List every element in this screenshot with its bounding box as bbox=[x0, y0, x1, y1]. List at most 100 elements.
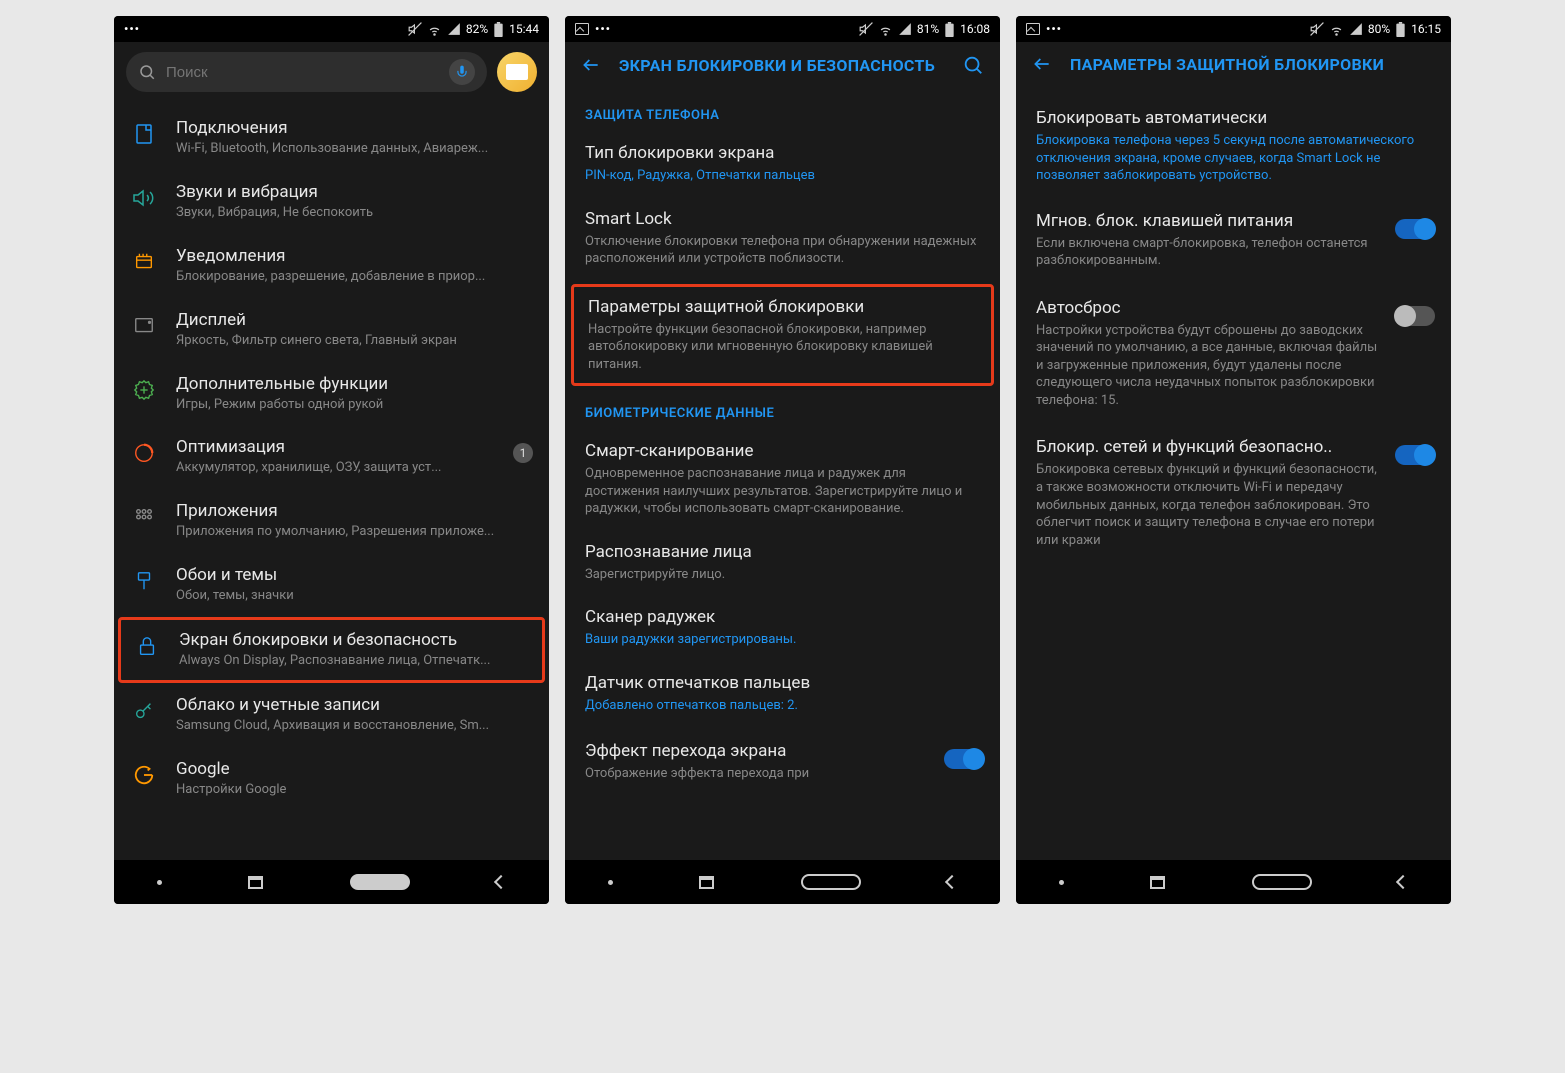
item-subtitle: Настройки Google bbox=[176, 782, 533, 799]
item-auto-reset[interactable]: Автосброс Настройки устройства будут сбр… bbox=[1016, 284, 1451, 424]
section-header-phone-protection: ЗАЩИТА ТЕЛЕФОНА bbox=[565, 92, 1000, 131]
nav-home-button[interactable] bbox=[801, 874, 861, 890]
toggle-switch[interactable] bbox=[1395, 306, 1435, 326]
document-icon bbox=[132, 122, 156, 146]
item-subtitle: Always On Display, Распознавание лица, О… bbox=[179, 653, 530, 670]
microphone-icon bbox=[455, 65, 469, 79]
key-icon bbox=[133, 700, 155, 722]
item-title: Автосброс bbox=[1036, 298, 1383, 318]
item-title: Звуки и вибрация bbox=[176, 182, 533, 202]
nav-back-button[interactable] bbox=[1398, 877, 1408, 887]
item-title: Уведомления bbox=[176, 246, 533, 266]
item-smart-scan[interactable]: Смарт-сканирование Одновременное распозн… bbox=[565, 429, 1000, 530]
back-arrow-icon[interactable] bbox=[581, 55, 601, 75]
nav-recent-button[interactable] bbox=[248, 876, 263, 889]
settings-list[interactable]: Подключения Wi-Fi, Bluetooth, Использова… bbox=[114, 102, 549, 860]
item-title: Дополнительные функции bbox=[176, 374, 533, 394]
item-iris-scanner[interactable]: Сканер радужек Ваши радужки зарегистриро… bbox=[565, 595, 1000, 661]
item-transition-effect[interactable]: Эффект перехода экрана Отображение эффек… bbox=[565, 727, 1000, 797]
item-title: Распознавание лица bbox=[585, 542, 980, 562]
toggle-switch[interactable] bbox=[1395, 445, 1435, 465]
nav-home-button[interactable] bbox=[1252, 874, 1312, 890]
item-subtitle: PIN-код, Радужка, Отпечатки пальцев bbox=[585, 167, 980, 185]
notification-dots-icon: ••• bbox=[124, 22, 140, 36]
nav-menu-button[interactable] bbox=[1059, 880, 1064, 885]
settings-item-sounds[interactable]: Звуки и вибрация Звуки, Вибрация, Не бес… bbox=[114, 170, 549, 234]
toggle-switch[interactable] bbox=[944, 749, 984, 769]
nav-menu-button[interactable] bbox=[608, 880, 613, 885]
wifi-icon bbox=[878, 22, 893, 37]
settings-item-advanced[interactable]: Дополнительные функции Игры, Режим работ… bbox=[114, 362, 549, 426]
item-network-security-lock[interactable]: Блокир. сетей и функций безопасно.. Блок… bbox=[1016, 423, 1451, 563]
item-title: Экран блокировки и безопасность bbox=[179, 630, 530, 650]
item-subtitle: Блокировка сетевых функций и функций без… bbox=[1036, 461, 1383, 549]
signal-icon bbox=[1349, 22, 1363, 36]
google-icon bbox=[133, 764, 155, 786]
screenshot-notification-icon bbox=[1026, 23, 1040, 35]
item-subtitle: Если включена смарт-блокировка, телефон … bbox=[1036, 235, 1383, 270]
status-bar: ••• 80% 16:15 bbox=[1016, 16, 1451, 42]
item-face-recognition[interactable]: Распознавание лица Зарегистрируйте лицо. bbox=[565, 530, 1000, 596]
item-subtitle: Настройки устройства будут сброшены до з… bbox=[1036, 322, 1383, 410]
search-icon[interactable] bbox=[962, 54, 984, 76]
item-screen-lock-type[interactable]: Тип блокировки экрана PIN-код, Радужка, … bbox=[565, 131, 1000, 197]
item-subtitle: Настройте функции безопасной блокировки,… bbox=[588, 321, 977, 374]
nav-back-button[interactable] bbox=[496, 877, 506, 887]
toggle-switch[interactable] bbox=[1395, 219, 1435, 239]
vibrate-mute-icon bbox=[1310, 22, 1324, 36]
profile-avatar[interactable] bbox=[497, 52, 537, 92]
secure-lock-list[interactable]: Блокировать автоматически Блокировка тел… bbox=[1016, 86, 1451, 860]
battery-icon bbox=[493, 22, 504, 37]
battery-icon bbox=[1395, 22, 1406, 37]
settings-item-cloud-accounts[interactable]: Облако и учетные записи Samsung Cloud, А… bbox=[114, 683, 549, 747]
lock-icon bbox=[136, 635, 158, 657]
signal-icon bbox=[898, 22, 912, 36]
settings-item-notifications[interactable]: Уведомления Блокирование, разрешение, до… bbox=[114, 234, 549, 298]
clock-time: 16:08 bbox=[960, 22, 990, 36]
item-power-key-lock[interactable]: Мгнов. блок. клавишей питания Если включ… bbox=[1016, 197, 1451, 284]
navigation-bar bbox=[114, 860, 549, 904]
settings-item-apps[interactable]: Приложения Приложения по умолчанию, Разр… bbox=[114, 489, 549, 553]
item-title: Оптимизация bbox=[176, 437, 495, 457]
item-subtitle: Приложения по умолчанию, Разрешения прил… bbox=[176, 524, 533, 541]
voice-search-button[interactable] bbox=[449, 59, 475, 85]
navigation-bar bbox=[1016, 860, 1451, 904]
item-subtitle: Блокирование, разрешение, добавление в п… bbox=[176, 269, 533, 286]
item-lock-automatically[interactable]: Блокировать автоматически Блокировка тел… bbox=[1016, 90, 1451, 197]
item-subtitle: Ваши радужки зарегистрированы. bbox=[585, 631, 980, 649]
item-subtitle: Отображение эффекта перехода при bbox=[585, 765, 932, 783]
item-title: Подключения bbox=[176, 118, 533, 138]
nav-recent-button[interactable] bbox=[1150, 876, 1165, 889]
item-title: Параметры защитной блокировки bbox=[588, 297, 977, 317]
notifications-icon bbox=[133, 251, 155, 273]
item-subtitle: Добавлено отпечатков пальцев: 2. bbox=[585, 697, 980, 715]
settings-item-connections[interactable]: Подключения Wi-Fi, Bluetooth, Использова… bbox=[114, 106, 549, 170]
nav-back-button[interactable] bbox=[947, 877, 957, 887]
search-row bbox=[114, 42, 549, 102]
search-field[interactable] bbox=[126, 52, 487, 92]
item-subtitle: Wi-Fi, Bluetooth, Использование данных, … bbox=[176, 141, 533, 158]
phone-screen-lock-security: ••• 81% 16:08 ЭКРАН БЛОКИРОВКИ И БЕЗОПАС… bbox=[565, 16, 1000, 904]
settings-item-optimization[interactable]: Оптимизация Аккумулятор, хранилище, ОЗУ,… bbox=[114, 425, 549, 489]
item-title: Смарт-сканирование bbox=[585, 441, 980, 461]
back-arrow-icon[interactable] bbox=[1032, 54, 1052, 74]
nav-menu-button[interactable] bbox=[157, 880, 162, 885]
battery-icon bbox=[944, 22, 955, 37]
count-badge: 1 bbox=[513, 443, 533, 463]
item-secure-lock-params[interactable]: Параметры защитной блокировки Настройте … bbox=[571, 284, 994, 387]
security-settings-list[interactable]: ЗАЩИТА ТЕЛЕФОНА Тип блокировки экрана PI… bbox=[565, 88, 1000, 860]
settings-item-lockscreen-security[interactable]: Экран блокировки и безопасность Always O… bbox=[118, 617, 545, 683]
item-fingerprint-sensor[interactable]: Датчик отпечатков пальцев Добавлено отпе… bbox=[565, 661, 1000, 727]
nav-home-button[interactable] bbox=[350, 874, 410, 890]
app-bar: ЭКРАН БЛОКИРОВКИ И БЕЗОПАСНОСТЬ bbox=[565, 42, 1000, 88]
apps-grid-icon bbox=[133, 506, 155, 528]
item-smart-lock[interactable]: Smart Lock Отключение блокировки телефон… bbox=[565, 197, 1000, 280]
search-input[interactable] bbox=[166, 64, 439, 81]
screenshot-notification-icon bbox=[575, 23, 589, 35]
settings-item-wallpaper[interactable]: Обои и темы Обои, темы, значки bbox=[114, 553, 549, 617]
nav-recent-button[interactable] bbox=[699, 876, 714, 889]
notification-dots-icon: ••• bbox=[595, 22, 611, 36]
settings-item-google[interactable]: Google Настройки Google bbox=[114, 747, 549, 811]
clock-time: 16:15 bbox=[1411, 22, 1441, 36]
settings-item-display[interactable]: Дисплей Яркость, Фильтр синего света, Гл… bbox=[114, 298, 549, 362]
